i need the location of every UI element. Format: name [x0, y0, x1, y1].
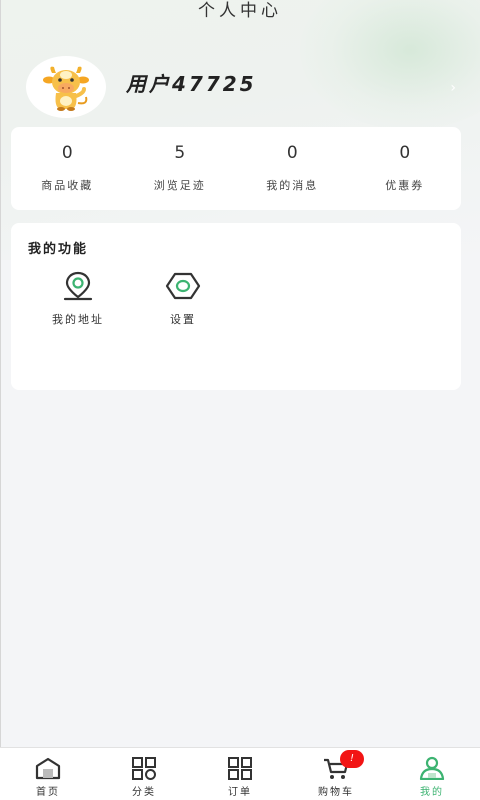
home-icon	[35, 757, 61, 780]
stat-value: 0	[61, 143, 73, 163]
location-pin-icon	[63, 271, 93, 301]
stat-messages[interactable]: 0 我的消息	[236, 127, 349, 210]
settings-label: 设置	[170, 313, 196, 326]
stat-label: 优惠券	[385, 179, 425, 192]
username: 用户47725	[126, 72, 257, 96]
stat-coupons[interactable]: 0 优惠券	[349, 127, 462, 210]
tab-cart[interactable]: ! 购物车	[288, 748, 384, 800]
functions-title: 我的功能	[28, 242, 89, 257]
settings-hexagon-icon	[165, 272, 201, 300]
profile-header[interactable]: 用户47725 ›	[26, 56, 466, 118]
category-grid-icon	[132, 757, 156, 780]
cow-mascot-icon	[43, 66, 89, 111]
page-title: 个人中心	[198, 1, 282, 21]
stat-value: 5	[174, 143, 186, 163]
tab-home[interactable]: 首页	[0, 748, 96, 800]
tab-label: 订单	[228, 787, 252, 798]
functions-card: 我的功能 我的地址 设置	[11, 223, 461, 390]
tab-label: 我的	[420, 787, 444, 798]
tab-orders[interactable]: 订单	[192, 748, 288, 800]
tab-mine[interactable]: 我的	[384, 748, 480, 800]
stats-card: 0 商品收藏 5 浏览足迹 0 我的消息 0 优惠券	[11, 127, 461, 210]
stat-value: 0	[399, 143, 411, 163]
stat-value: 0	[286, 143, 298, 163]
cart-badge: !	[340, 750, 364, 768]
chevron-right-icon[interactable]: ›	[450, 80, 456, 96]
settings-button[interactable]: 设置	[143, 271, 223, 327]
bottom-tab-bar: 首页 分类 订单 ! 购物车 我的	[0, 747, 480, 800]
tab-label: 购物车	[318, 787, 354, 798]
order-grid-icon	[228, 757, 252, 780]
my-address-button[interactable]: 我的地址	[38, 271, 118, 327]
tab-category[interactable]: 分类	[96, 748, 192, 800]
stat-label: 我的消息	[266, 179, 319, 192]
stat-label: 商品收藏	[41, 179, 94, 192]
avatar[interactable]	[26, 56, 106, 118]
user-icon	[419, 756, 445, 780]
my-address-label: 我的地址	[52, 313, 104, 326]
tab-label: 首页	[36, 787, 60, 798]
stat-history[interactable]: 5 浏览足迹	[124, 127, 237, 210]
stat-label: 浏览足迹	[153, 179, 206, 192]
stat-favorites[interactable]: 0 商品收藏	[11, 127, 124, 210]
tab-label: 分类	[132, 787, 156, 798]
left-border	[0, 0, 1, 800]
